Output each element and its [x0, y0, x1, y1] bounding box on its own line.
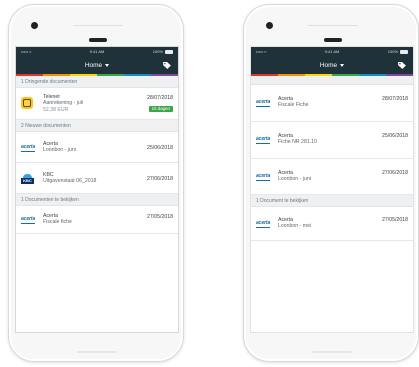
home-dropdown[interactable]: Home: [319, 57, 345, 74]
brand-color-strip: [251, 74, 413, 76]
brand-color-purple: [151, 74, 178, 76]
kbc-logo-text: KBC: [21, 178, 34, 184]
brand-color-purple: [386, 74, 413, 76]
acerta-logo-text: acerta: [256, 173, 271, 179]
document-date: 27/06/2018: [147, 176, 173, 182]
phone-right: ••••• ≈ 9:41 AM 100% Home acerta Acerta …: [243, 4, 419, 362]
earpiece-speaker: [89, 38, 107, 42]
document-amount: 52,38 EUR: [43, 106, 69, 113]
phone-left: ••••• ≈ 9:41 AM 100% Home 1 Dringende do…: [8, 4, 184, 362]
list-item[interactable]: Telenet Aanrekening - juli 52,38 EUR 28/…: [16, 88, 178, 120]
document-subject: Fiscale fiche: [43, 219, 72, 226]
document-text: Acerta Loonbon - mei: [278, 217, 311, 230]
battery-percent: 100%: [152, 49, 163, 54]
status-bar: ••••• ≈ 9:41 AM 100%: [251, 47, 413, 57]
front-camera: [31, 22, 38, 29]
list-item[interactable]: acerta Acerta Loonbon - mei 27/05/2018: [251, 207, 413, 241]
list-item[interactable]: acerta Acerta Loonbon - juni 27/06/2018: [251, 159, 413, 195]
brand-color-red: [251, 74, 278, 76]
document-date: 25/06/2018: [147, 145, 173, 151]
list-item[interactable]: acerta Acerta Fiscale Fiche 28/07/2018: [251, 85, 413, 122]
document-subject: Loonbon - mei: [278, 223, 312, 230]
document-date: 27/06/2018: [382, 170, 408, 176]
brand-color-blue: [359, 74, 386, 76]
section-spacer: [251, 76, 413, 85]
document-text: Acerta Fiscale fiche: [43, 213, 72, 226]
front-camera: [266, 22, 273, 29]
acerta-logo: acerta: [21, 216, 35, 224]
document-date: 25/06/2018: [382, 133, 408, 139]
due-badge: 15 dagen: [148, 106, 173, 112]
home-dropdown[interactable]: Home: [84, 57, 110, 74]
earpiece-speaker: [324, 38, 342, 42]
acerta-logo: acerta: [256, 173, 270, 181]
brand-color-orange: [278, 74, 305, 76]
brand-color-green: [332, 74, 359, 76]
acerta-logo: acerta: [256, 136, 270, 144]
document-text: Acerta Loonbon - juni: [43, 141, 76, 154]
document-date: 28/07/2018: [382, 96, 408, 102]
document-date: 27/05/2018: [382, 217, 408, 223]
acerta-logo: acerta: [21, 144, 35, 152]
screen-right: ••••• ≈ 9:41 AM 100% Home acerta Acerta …: [250, 46, 414, 333]
document-date: 27/05/2018: [147, 214, 173, 220]
brand-color-green: [97, 74, 124, 76]
document-text: Acerta Loonbon - juni: [278, 170, 311, 183]
acerta-logo-text: acerta: [21, 144, 36, 150]
battery-icon: [400, 50, 408, 54]
battery-icon: [165, 50, 173, 54]
tag-icon[interactable]: [398, 62, 406, 69]
document-subject: Loonbon - juni: [43, 147, 76, 154]
section-header-urgent: 1 Dringende documenten: [16, 76, 178, 88]
document-subject: Uitgavenstaat 06_2018: [43, 178, 97, 185]
phone-top-line: [73, 25, 123, 26]
list-item[interactable]: acerta Acerta Fiche NR 281.10 25/06/2018: [251, 122, 413, 159]
document-subject: Loonbon - juni: [278, 176, 311, 183]
brand-color-blue: [124, 74, 151, 76]
document-date: 28/07/2018: [147, 95, 173, 101]
battery-percent: 100%: [387, 49, 398, 54]
phone-top-line: [308, 25, 358, 26]
acerta-logo-text: acerta: [256, 220, 271, 226]
list-item[interactable]: KBC KBC Uitgavenstaat 06_2018 27/06/2018: [16, 163, 178, 194]
acerta-logo: acerta: [256, 220, 270, 228]
home-indicator: [77, 351, 117, 353]
acerta-logo: acerta: [256, 99, 270, 107]
section-header-to-review: 1 Document te bekijken: [251, 195, 413, 207]
acerta-logo-text: acerta: [256, 136, 271, 142]
nav-title-label: Home: [319, 62, 338, 69]
battery-status: 100%: [388, 47, 408, 57]
list-item[interactable]: acerta Acerta Fiscale fiche 27/05/2018: [16, 206, 178, 234]
chevron-down-icon: [340, 64, 345, 67]
home-indicator: [312, 351, 352, 353]
battery-status: 100%: [153, 47, 173, 57]
section-header-to-review: 1 Documenten te bekijken: [16, 194, 178, 206]
section-header-new: 2 Nieuwe documenten: [16, 120, 178, 132]
document-subject: Aanrekening - juli: [43, 100, 84, 107]
document-text: Acerta Fiscale Fiche: [278, 96, 309, 109]
list-item[interactable]: acerta Acerta Loonbon - juni 25/06/2018: [16, 132, 178, 163]
status-bar: ••••• ≈ 9:41 AM 100%: [16, 47, 178, 57]
document-text: KBC Uitgavenstaat 06_2018: [43, 172, 96, 185]
nav-bar: Home: [251, 57, 413, 74]
screen-left: ••••• ≈ 9:41 AM 100% Home 1 Dringende do…: [15, 46, 179, 333]
document-subject: Fiche NR 281.10: [278, 139, 317, 146]
chevron-down-icon: [105, 64, 110, 67]
telenet-logo: [21, 97, 33, 109]
document-subject: Fiscale Fiche: [278, 102, 309, 109]
document-text: Acerta Fiche NR 281.10: [278, 133, 317, 146]
acerta-logo-text: acerta: [21, 216, 36, 222]
acerta-logo-text: acerta: [256, 99, 271, 105]
nav-bar: Home: [16, 57, 178, 74]
nav-title-label: Home: [84, 62, 103, 69]
document-text: Telenet Aanrekening - juli 52,38 EUR: [43, 94, 83, 113]
kbc-logo: KBC: [21, 174, 34, 185]
tag-icon[interactable]: [163, 62, 171, 69]
brand-color-yellow: [305, 74, 332, 76]
